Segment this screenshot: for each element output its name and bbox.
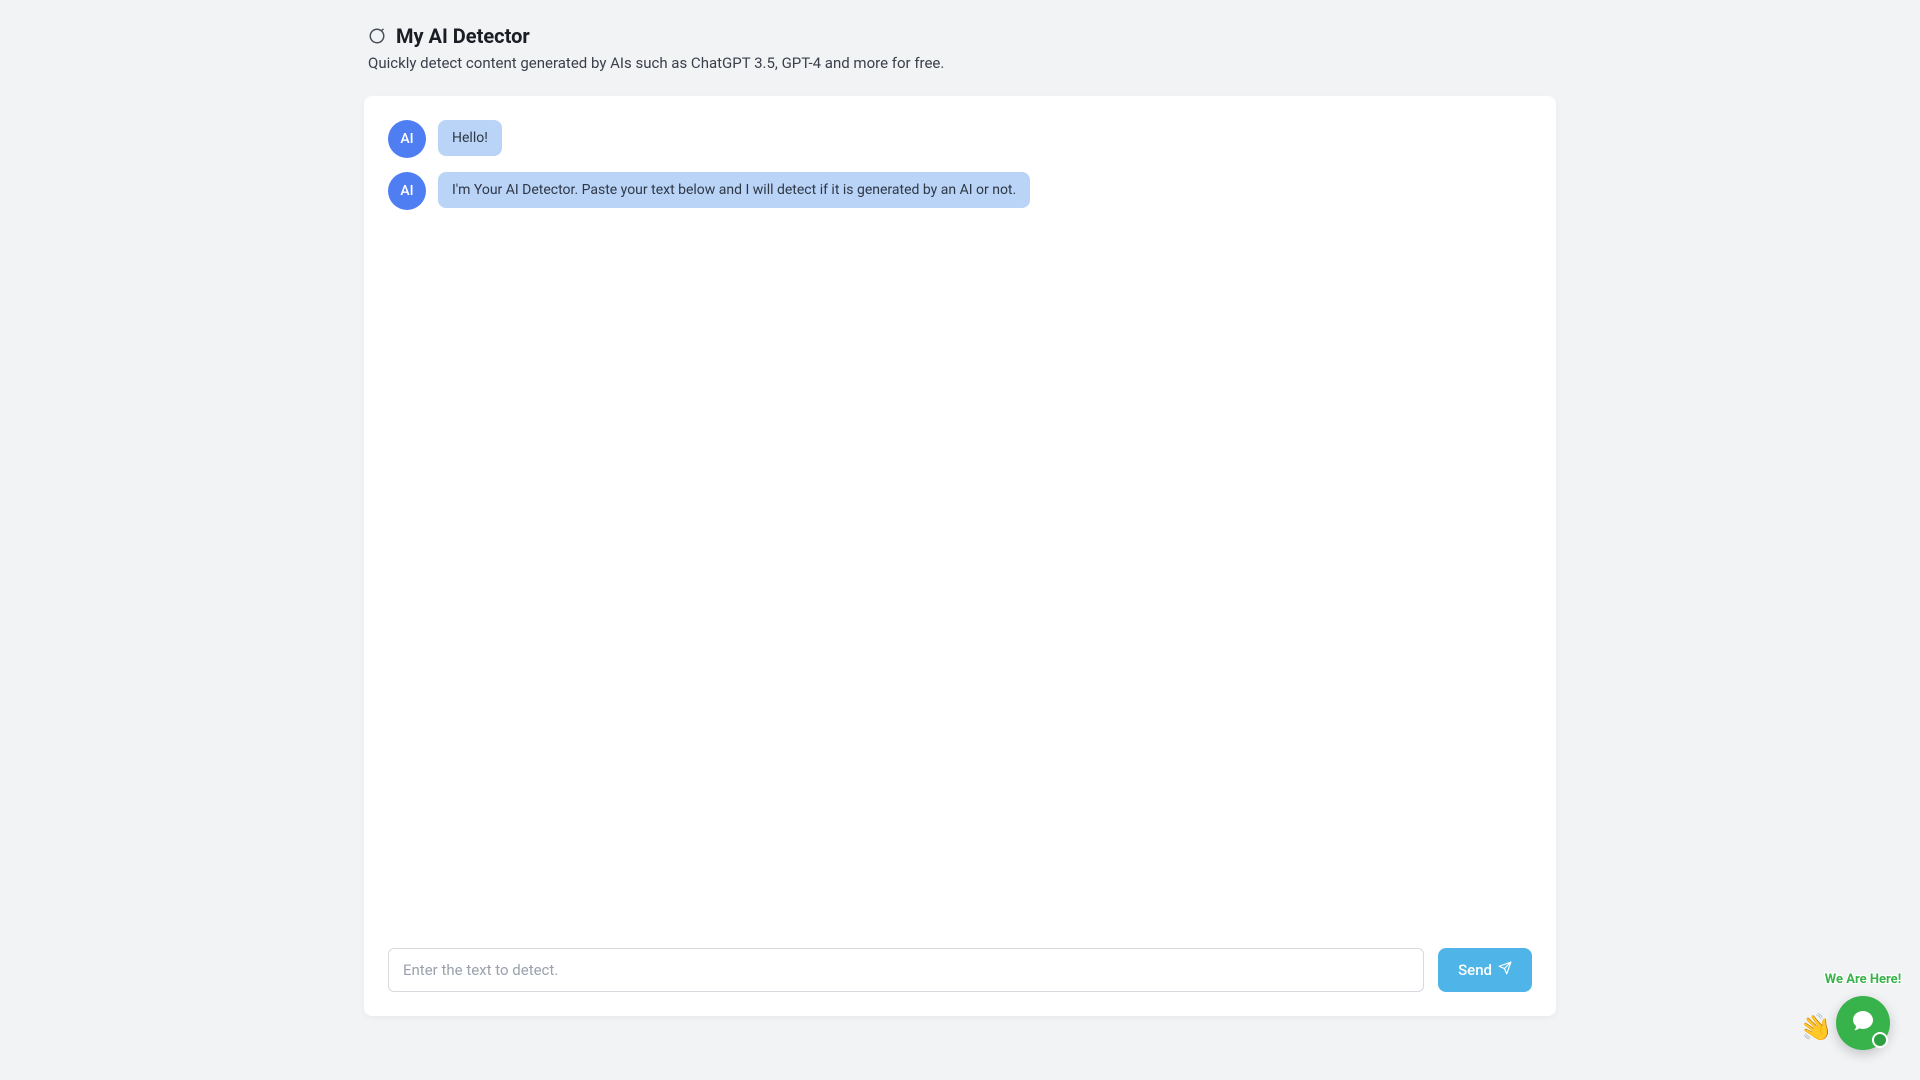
send-icon xyxy=(1498,961,1512,979)
detect-text-input[interactable] xyxy=(388,948,1424,992)
page-subtitle: Quickly detect content generated by AIs … xyxy=(368,54,1556,72)
wave-hand-icon: 👋 xyxy=(1796,1010,1835,1047)
sparkle-icon xyxy=(368,27,386,45)
input-row: Send xyxy=(388,948,1532,992)
page-header: My AI Detector Quickly detect content ge… xyxy=(364,24,1556,72)
support-chat-button[interactable] xyxy=(1836,996,1890,1050)
support-chat-widget: 👋 We Are Here! xyxy=(1800,996,1890,1050)
ai-avatar: AI xyxy=(388,172,426,210)
page-title: My AI Detector xyxy=(396,24,530,48)
ai-avatar: AI xyxy=(388,120,426,158)
chat-bubble-icon xyxy=(1851,1009,1875,1037)
message-row: AI Hello! xyxy=(388,120,1532,158)
chat-button-wrap: We Are Here! xyxy=(1836,996,1890,1050)
message-bubble: I'm Your AI Detector. Paste your text be… xyxy=(438,172,1030,208)
header-title-row: My AI Detector xyxy=(368,24,1556,48)
message-row: AI I'm Your AI Detector. Paste your text… xyxy=(388,172,1532,210)
chat-badge: We Are Here! xyxy=(1825,972,1901,987)
send-button-label: Send xyxy=(1458,961,1492,979)
chat-panel: AI Hello! AI I'm Your AI Detector. Paste… xyxy=(364,96,1556,1016)
message-bubble: Hello! xyxy=(438,120,502,156)
send-button[interactable]: Send xyxy=(1438,948,1532,992)
messages-list: AI Hello! AI I'm Your AI Detector. Paste… xyxy=(388,120,1532,936)
